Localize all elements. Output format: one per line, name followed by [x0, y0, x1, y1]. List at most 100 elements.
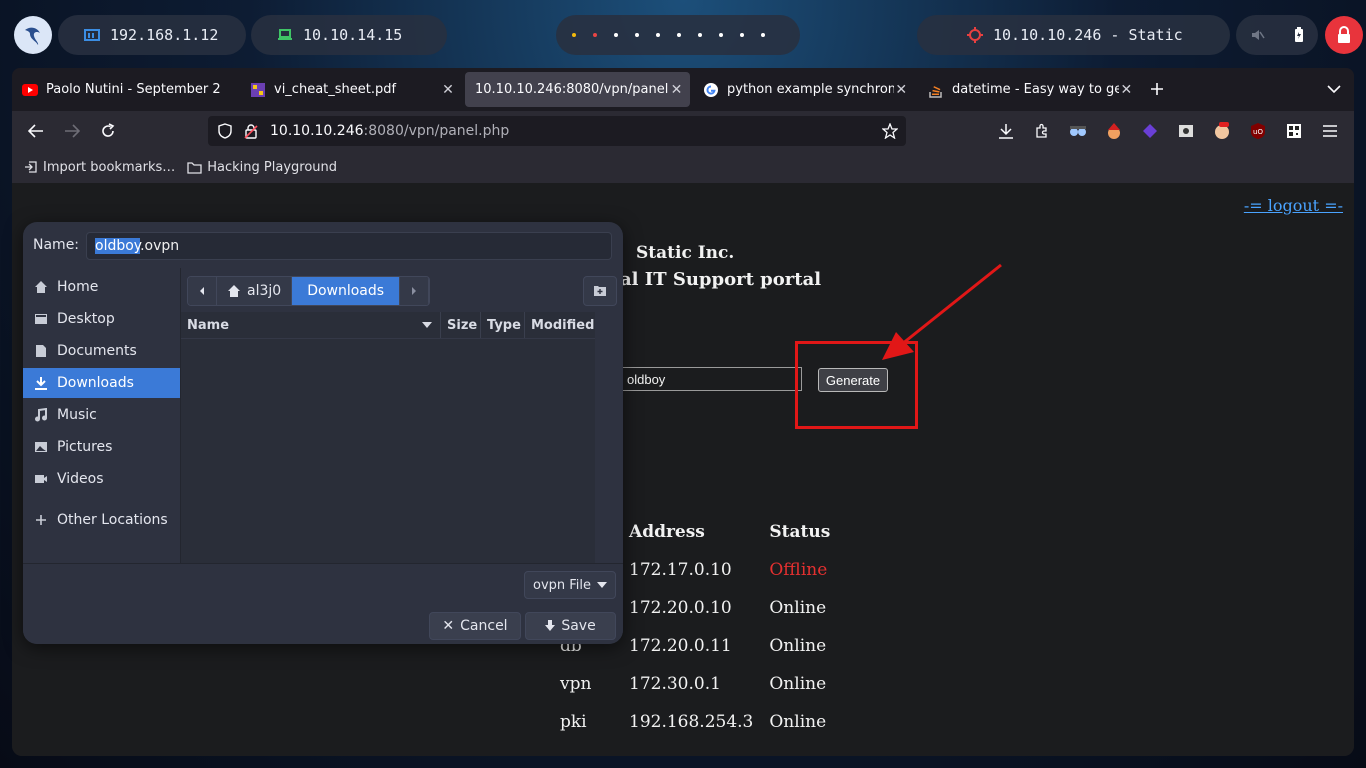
kali-logo-icon[interactable]: [14, 16, 52, 54]
extensions-icon[interactable]: [1032, 121, 1052, 141]
sidebar-item-home[interactable]: Home: [23, 272, 180, 302]
volume-muted-icon[interactable]: [1251, 28, 1265, 42]
close-tab-icon[interactable]: ✕: [669, 82, 684, 98]
file-browser-pane: al3j0 Downloads Name Size Type Modified: [181, 268, 623, 563]
file-list-header: Name Size Type Modified: [181, 312, 595, 339]
picture-icon: [34, 440, 48, 454]
column-header-status: Status: [769, 522, 831, 542]
workspace-dots-pill[interactable]: [556, 15, 800, 55]
lan-ip-pill[interactable]: 192.168.1.12: [58, 15, 246, 55]
insecure-lock-icon[interactable]: [244, 123, 258, 139]
list-all-tabs-icon[interactable]: [1324, 79, 1344, 99]
tab-title: datetime - Easy way to get: [952, 82, 1119, 97]
file-list[interactable]: Name Size Type Modified: [181, 312, 595, 563]
music-icon: [34, 408, 48, 422]
logout-link[interactable]: -= logout =-: [1244, 196, 1343, 215]
server-address: 172.20.0.10: [629, 598, 732, 618]
qr-code-icon[interactable]: [1284, 121, 1304, 141]
places-sidebar: Home Desktop Documents Downloads Music P…: [23, 268, 181, 563]
tab-title: vi_cheat_sheet.pdf: [274, 82, 397, 97]
column-name[interactable]: Name: [181, 312, 441, 338]
system-tray-pill[interactable]: [1236, 15, 1318, 55]
new-tab-icon[interactable]: [1147, 79, 1167, 99]
close-tab-icon[interactable]: ✕: [440, 82, 456, 98]
sidebar-item-documents[interactable]: Documents: [23, 336, 180, 366]
bookmark-star-icon[interactable]: [882, 123, 898, 139]
shield-icon[interactable]: [218, 123, 232, 139]
sidebar-item-label: Downloads: [57, 375, 134, 391]
target-pill[interactable]: 10.10.10.246 - Static: [917, 15, 1230, 55]
bookmark-folder-hacking-playground[interactable]: Hacking Playground: [187, 160, 337, 175]
table-row: vpn 172.30.0.1 Online: [560, 665, 846, 703]
filename-extension-text: .ovpn: [140, 238, 180, 254]
server-status: Online: [769, 674, 827, 694]
column-type[interactable]: Type: [481, 312, 525, 338]
breadcrumb-back-icon[interactable]: [188, 277, 217, 305]
sidebar-item-music[interactable]: Music: [23, 400, 180, 430]
battery-icon[interactable]: [1294, 27, 1304, 43]
column-modified[interactable]: Modified: [525, 312, 595, 338]
back-arrow-icon[interactable]: [26, 121, 46, 141]
bookmarks-toolbar: Import bookmarks… Hacking Playground: [12, 151, 1354, 184]
menu-hamburger-icon[interactable]: [1320, 121, 1340, 141]
sidebar-item-label: Videos: [57, 471, 104, 487]
close-tab-icon[interactable]: ✕: [894, 82, 909, 98]
tab-vpn-panel[interactable]: 10.10.10.246:8080/vpn/panel.p ✕: [465, 72, 690, 107]
home-icon: [227, 284, 241, 298]
sidebar-item-videos[interactable]: Videos: [23, 464, 180, 494]
server-address: 172.30.0.1: [629, 674, 721, 694]
ublock-origin-icon[interactable]: uO: [1248, 121, 1268, 141]
tab-google[interactable]: python example synchroni ✕: [693, 72, 915, 107]
company-heading: Static Inc.: [636, 243, 735, 263]
bookmark-folder-label: Hacking Playground: [207, 159, 338, 175]
save-button[interactable]: Save: [525, 612, 616, 640]
save-download-icon: [545, 620, 556, 632]
desktop-icon: [34, 312, 48, 326]
server-address: 172.17.0.10: [629, 560, 732, 580]
cancel-button[interactable]: ✕ Cancel: [429, 612, 521, 640]
santa-extension-icon[interactable]: [1104, 121, 1124, 141]
breadcrumb-forward-icon[interactable]: [400, 277, 430, 305]
vpn-ip-text: 10.10.14.15: [303, 26, 403, 44]
pdf-icon: [250, 82, 266, 98]
server-status: Online: [769, 712, 827, 732]
wappalyzer-icon[interactable]: [1140, 121, 1160, 141]
workspace-indicators: [572, 33, 765, 37]
navigation-toolbar: 10.10.10.246:8080/vpn/panel.php uO: [12, 111, 1354, 151]
close-icon: ✕: [442, 618, 455, 634]
close-tab-icon[interactable]: ✕: [1119, 82, 1134, 98]
tab-title: Paolo Nutini - September 2: [46, 82, 221, 97]
server-address: 172.20.0.11: [629, 636, 732, 656]
breadcrumb-home[interactable]: al3j0: [217, 277, 293, 305]
vpn-username-input[interactable]: [622, 367, 802, 391]
import-bookmarks-item[interactable]: Import bookmarks…: [24, 160, 175, 175]
cookie-editor-icon[interactable]: [1176, 121, 1196, 141]
tab-stackoverflow[interactable]: datetime - Easy way to get ✕: [918, 72, 1140, 107]
vpn-ip-pill[interactable]: 10.10.14.15: [251, 15, 447, 55]
sidebar-item-label: Music: [57, 407, 97, 423]
breadcrumb-label: al3j0: [247, 283, 282, 299]
lock-screen-icon[interactable]: [1325, 16, 1363, 54]
breadcrumb-current[interactable]: Downloads: [292, 277, 401, 305]
filename-input[interactable]: oldboy.ovpn: [86, 232, 612, 260]
sidebar-item-pictures[interactable]: Pictures: [23, 432, 180, 462]
sidebar-item-desktop[interactable]: Desktop: [23, 304, 180, 334]
file-type-dropdown[interactable]: ovpn File: [524, 571, 616, 599]
downloads-icon[interactable]: [996, 121, 1016, 141]
reload-icon[interactable]: [98, 121, 118, 141]
import-icon: [24, 160, 38, 174]
filename-label: Name:: [33, 237, 80, 253]
column-name-label: Name: [187, 317, 230, 333]
foxyproxy-icon[interactable]: [1068, 121, 1088, 141]
sidebar-item-downloads[interactable]: Downloads: [23, 368, 180, 398]
server-status: Online: [769, 636, 827, 656]
noscript-extension-icon[interactable]: [1212, 121, 1232, 141]
tab-youtube[interactable]: Paolo Nutini - September 2: [12, 72, 237, 107]
sidebar-item-other-locations[interactable]: Other Locations: [23, 505, 180, 535]
forward-arrow-icon[interactable]: [62, 121, 82, 141]
network-icon: [84, 28, 100, 42]
tab-pdf[interactable]: vi_cheat_sheet.pdf ✕: [240, 72, 462, 107]
address-bar[interactable]: 10.10.10.246:8080/vpn/panel.php: [208, 116, 906, 146]
column-size[interactable]: Size: [441, 312, 481, 338]
new-folder-icon[interactable]: [583, 276, 617, 306]
